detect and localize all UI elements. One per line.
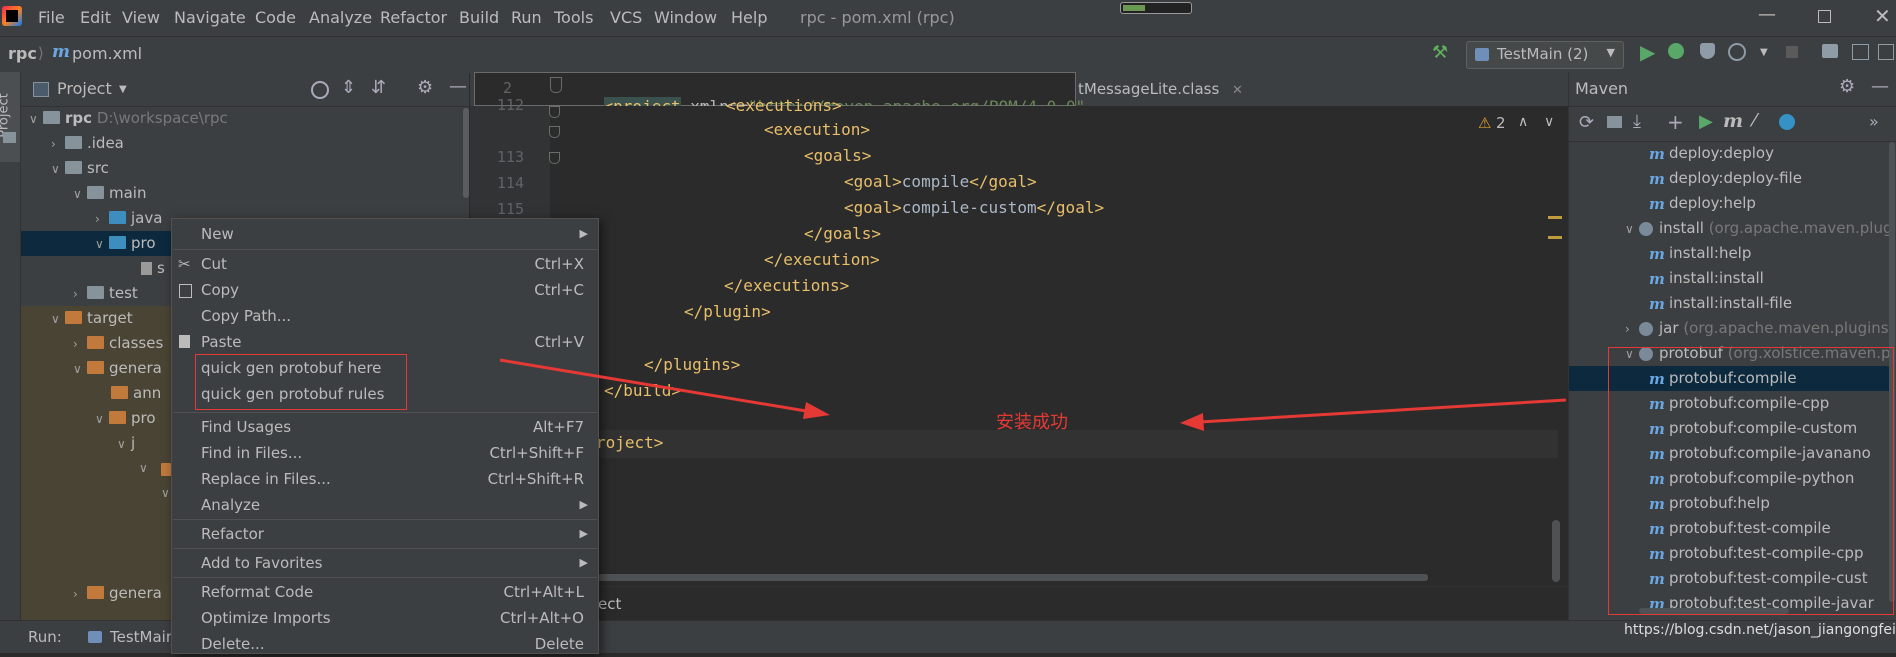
- arrow-right: [1180, 398, 1567, 431]
- arrow-left: [499, 358, 830, 419]
- annotation-arrows: [499, 358, 1567, 431]
